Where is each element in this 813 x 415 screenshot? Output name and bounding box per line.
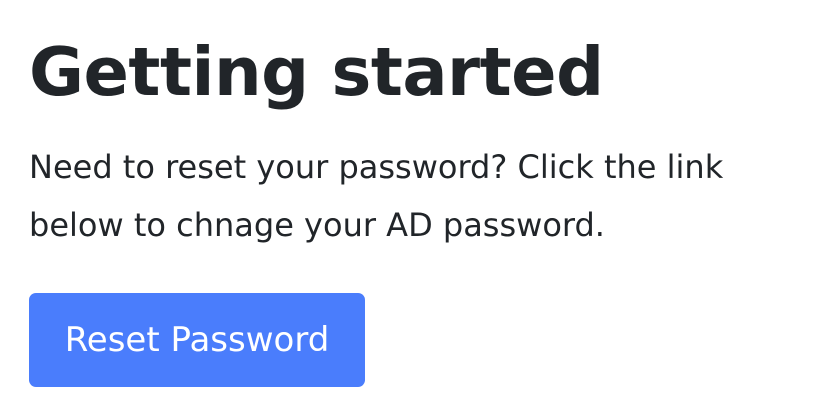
reset-password-button[interactable]: Reset Password bbox=[29, 293, 365, 387]
getting-started-panel: Getting started Need to reset your passw… bbox=[0, 0, 813, 415]
page-title: Getting started bbox=[29, 33, 604, 111]
password-reset-description: Need to reset your password? Click the l… bbox=[29, 148, 724, 244]
